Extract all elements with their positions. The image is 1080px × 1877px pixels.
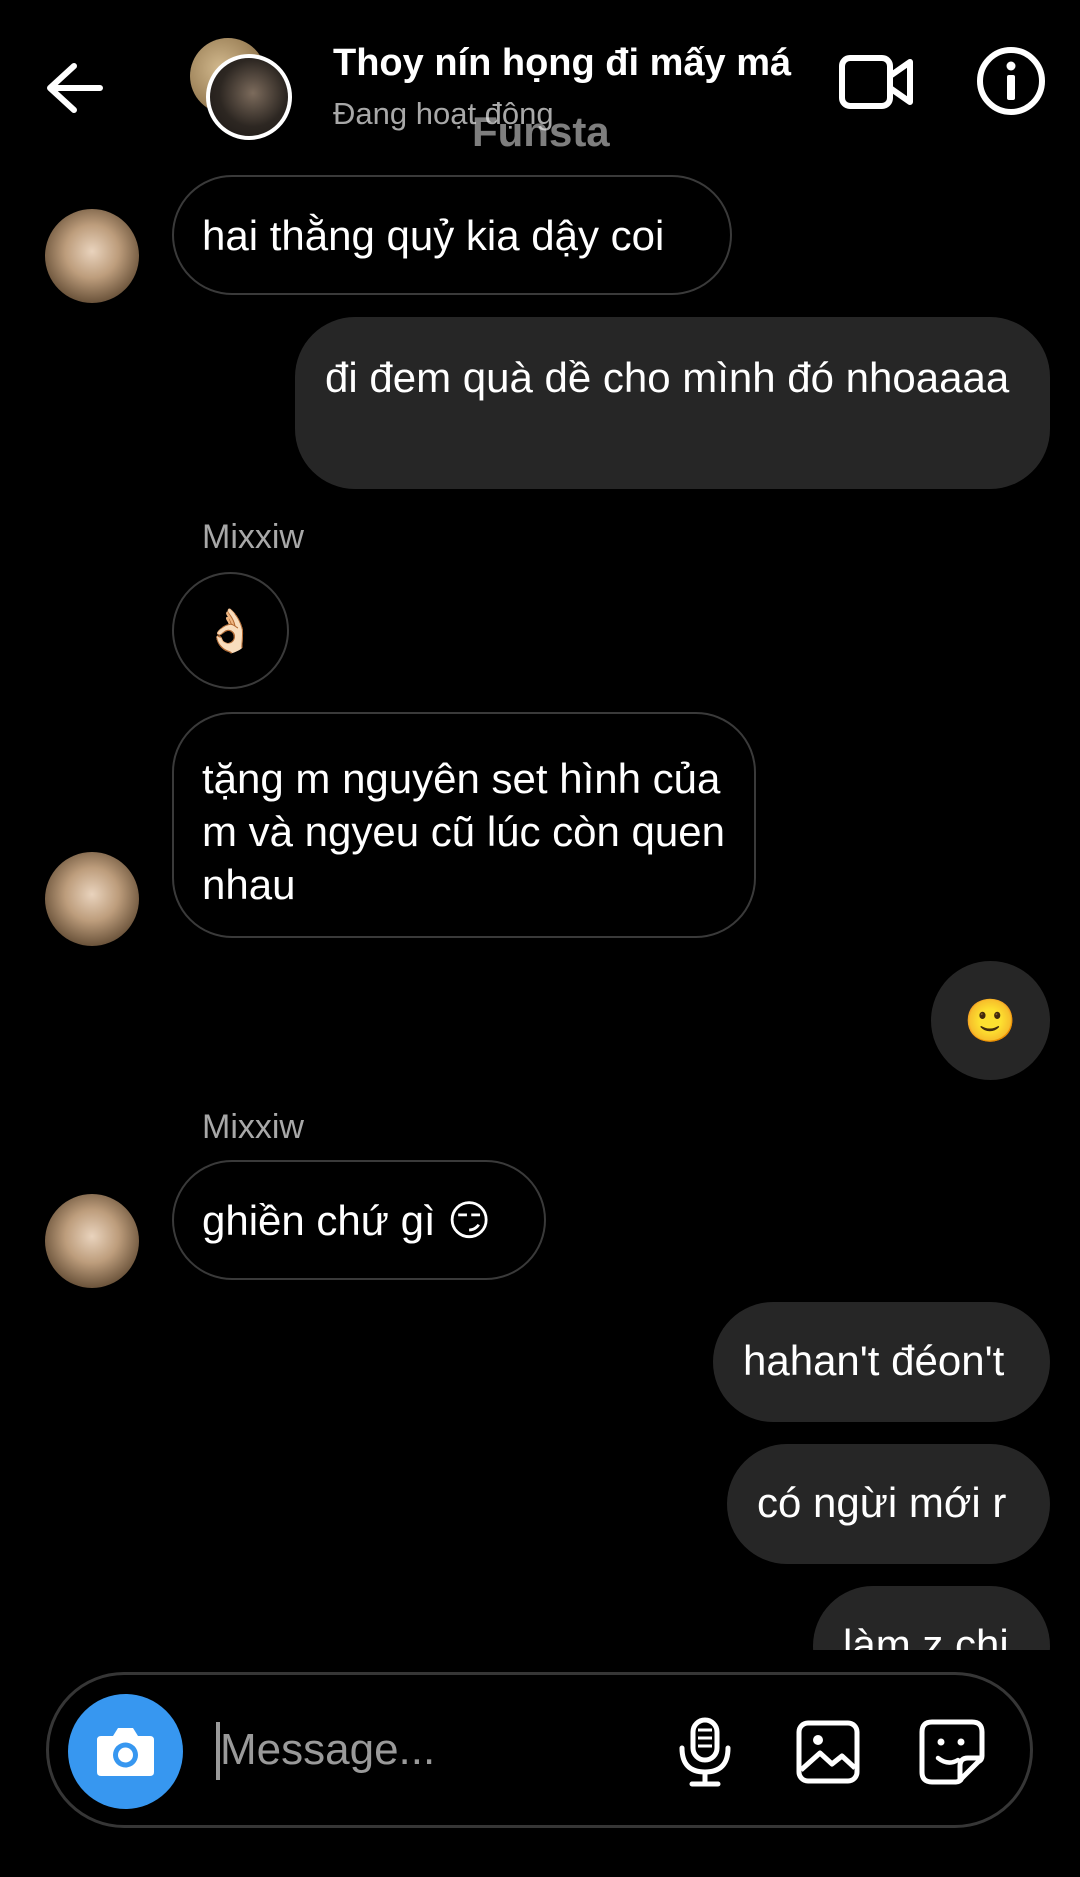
message-text: ghiền chứ gì [202,1197,436,1244]
sticker-icon[interactable] [918,1718,986,1786]
smirk-emoji: 😏 [447,1197,492,1244]
message-bubble-outgoing[interactable]: làm z chi [813,1586,1050,1650]
message-text: hai thằng quỷ kia dậy coi [202,212,665,259]
video-call-icon[interactable] [838,52,914,112]
message-text: tặng m nguyên set hình của m và ngyeu cũ… [202,755,725,908]
message-text: hahan't đéon't [743,1337,1005,1384]
gallery-icon[interactable] [796,1720,860,1784]
camera-button[interactable] [68,1694,183,1809]
microphone-icon[interactable] [676,1716,734,1788]
message-bubble-incoming[interactable]: hai thằng quỷ kia dậy coi [172,175,732,295]
message-bubble-outgoing[interactable]: hahan't đéon't [713,1302,1050,1422]
message-text: có ngừi mới r [757,1479,1007,1526]
message-bubble-incoming[interactable]: 👌🏻 [172,572,289,689]
slight-smile-emoji: 🙂 [964,996,1017,1044]
group-avatar[interactable] [186,36,296,140]
chat-title[interactable]: Thoy nín họng đi mấy má [333,42,791,85]
sender-name: Mixxiw [202,518,304,556]
sender-avatar[interactable] [45,209,139,303]
sender-name: Mixxiw [202,1108,304,1146]
message-clip-area: làm z chi [0,1586,1080,1650]
message-bubble-outgoing[interactable]: 🙂 [931,961,1050,1080]
sender-avatar[interactable] [45,1194,139,1288]
info-icon[interactable] [976,46,1046,116]
message-bubble-incoming[interactable]: tặng m nguyên set hình của m và ngyeu cũ… [172,712,756,938]
sender-avatar[interactable] [45,852,139,946]
camera-icon [97,1728,154,1776]
message-bubble-outgoing[interactable]: có ngừi mới r [727,1444,1050,1564]
message-text: đi đem quà dề cho mình đó nhoaaaa [325,354,1010,401]
back-arrow-icon[interactable] [44,62,104,114]
message-bubble-incoming[interactable]: ghiền chứ gì 😏 [172,1160,546,1280]
ok-hand-emoji: 👌🏻 [204,606,257,654]
message-input[interactable] [220,1718,640,1782]
member-avatar-front [206,54,292,140]
message-bubble-outgoing[interactable]: đi đem quà dề cho mình đó nhoaaaa [295,317,1050,489]
message-text: làm z chi [843,1621,1009,1650]
watermark: Funsta [472,108,610,155]
